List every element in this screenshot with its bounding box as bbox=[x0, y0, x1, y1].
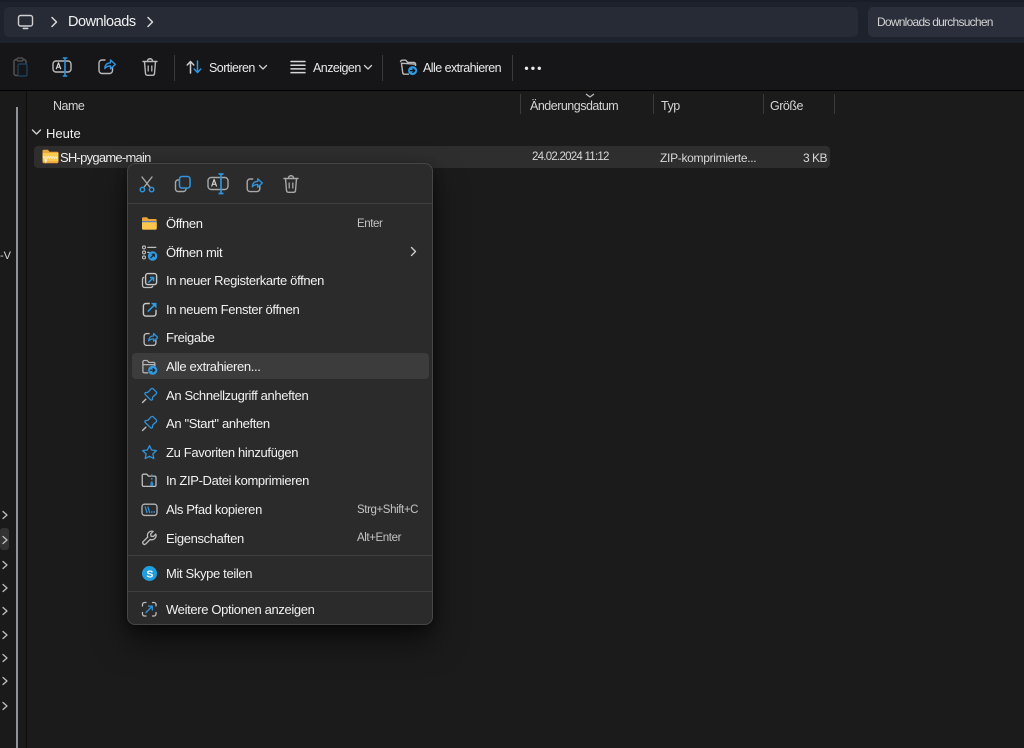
svg-text:S: S bbox=[146, 568, 153, 580]
